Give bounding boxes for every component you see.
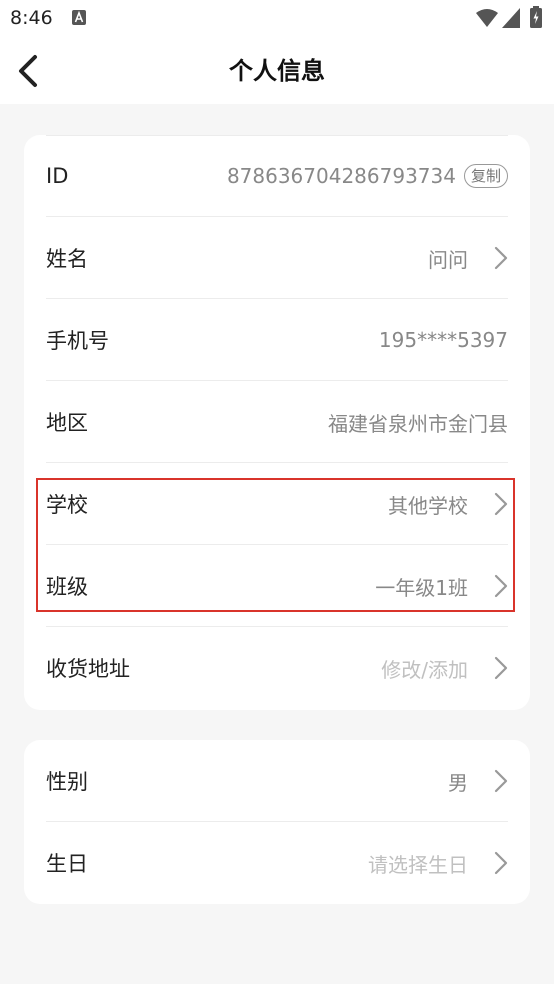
phone-label: 手机号 bbox=[46, 329, 109, 353]
school-label: 学校 bbox=[46, 493, 88, 517]
status-time: 8:46 bbox=[10, 7, 53, 29]
gender-row[interactable]: 性别 男 bbox=[46, 740, 508, 822]
class-row[interactable]: 班级 一年级1班 bbox=[46, 545, 508, 627]
school-value: 其他学校 bbox=[388, 493, 468, 518]
chevron-right-icon bbox=[480, 572, 508, 600]
a-badge-icon bbox=[72, 10, 86, 25]
signal-icon bbox=[502, 8, 520, 28]
id-value: 878636704286793734 bbox=[226, 164, 456, 188]
name-label: 姓名 bbox=[46, 247, 88, 271]
phone-row: 手机号 195****5397 bbox=[46, 299, 508, 381]
region-row: 地区 福建省泉州市金门县 bbox=[46, 381, 508, 463]
class-label: 班级 bbox=[46, 575, 88, 599]
page-title: 个人信息 bbox=[229, 57, 325, 85]
chevron-right-icon bbox=[480, 244, 508, 272]
name-value: 问问 bbox=[428, 247, 468, 272]
gender-value: 男 bbox=[448, 770, 468, 795]
region-label: 地区 bbox=[46, 411, 88, 435]
battery-charging-icon bbox=[530, 6, 542, 28]
address-label: 收货地址 bbox=[46, 657, 130, 681]
chevron-left-icon bbox=[19, 55, 37, 87]
chevron-right-icon bbox=[480, 849, 508, 877]
class-value: 一年级1班 bbox=[375, 575, 468, 600]
name-row[interactable]: 姓名 问问 bbox=[46, 217, 508, 299]
chevron-right-icon bbox=[480, 767, 508, 795]
back-button[interactable] bbox=[8, 50, 48, 92]
school-row[interactable]: 学校 其他学校 bbox=[46, 463, 508, 545]
chevron-right-icon bbox=[480, 654, 508, 682]
wifi-icon bbox=[476, 9, 498, 27]
chevron-right-icon bbox=[480, 490, 508, 518]
personal-card: 性别 男 生日 请选择生日 bbox=[24, 740, 530, 904]
id-label: ID bbox=[46, 164, 69, 188]
birthday-row[interactable]: 生日 请选择生日 bbox=[46, 822, 508, 904]
address-value: 修改/添加 bbox=[381, 657, 468, 682]
status-bar: 8:46 bbox=[0, 0, 554, 38]
region-value: 福建省泉州市金门县 bbox=[328, 411, 508, 436]
profile-card: ID 878636704286793734 复制 姓名 问问 手机号 195**… bbox=[24, 135, 530, 710]
birthday-label: 生日 bbox=[46, 852, 88, 876]
id-row: ID 878636704286793734 复制 bbox=[46, 135, 508, 217]
phone-value: 195****5397 bbox=[378, 328, 508, 352]
gender-label: 性别 bbox=[46, 770, 88, 794]
nav-bar: 个人信息 bbox=[0, 38, 554, 104]
birthday-value: 请选择生日 bbox=[368, 852, 468, 877]
address-row[interactable]: 收货地址 修改/添加 bbox=[46, 627, 508, 709]
copy-id-button[interactable]: 复制 bbox=[463, 164, 508, 188]
